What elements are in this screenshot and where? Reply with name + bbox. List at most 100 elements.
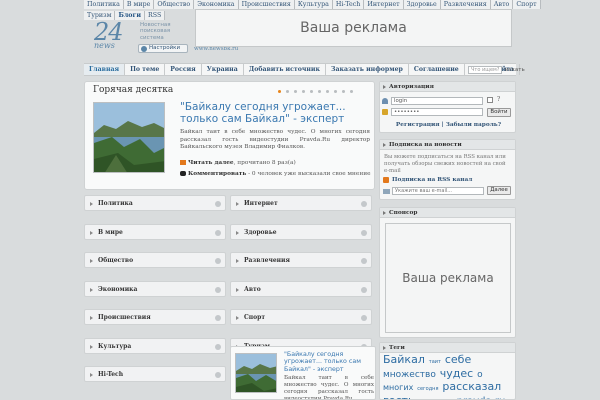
news-photo[interactable]	[93, 102, 165, 173]
tag-link[interactable]: о	[477, 370, 483, 380]
top-nav-item-11[interactable]: Авто	[490, 0, 514, 9]
tag-link[interactable]: Байкал	[383, 353, 425, 366]
top-nav-item-10[interactable]: Развлечения	[440, 0, 491, 9]
top-nav-item-2[interactable]: В мире	[123, 0, 155, 9]
top-nav-item-4[interactable]: Экономика	[194, 0, 239, 9]
category-left-6[interactable]: Культура	[84, 337, 226, 354]
top-nav-item-7[interactable]: Hi-Tech	[332, 0, 365, 9]
category-right-4[interactable]: Авто	[230, 280, 372, 297]
expand-icon[interactable]	[215, 201, 221, 207]
expand-icon[interactable]	[361, 315, 367, 321]
slider-dot-4[interactable]	[302, 90, 305, 93]
password-input[interactable]: ••••••••	[391, 108, 483, 116]
read-count: , прочитано 8 раз(а)	[233, 160, 296, 166]
category-label: Спорт	[244, 314, 266, 321]
main-menu-item-3[interactable]: Россия	[165, 64, 202, 75]
main-menu-item-1[interactable]: Главная	[84, 64, 126, 75]
expand-icon[interactable]	[215, 229, 221, 236]
search-input[interactable]: Что ищем?	[468, 66, 502, 74]
expand-icon[interactable]	[215, 372, 221, 378]
login-button[interactable]: Войти	[487, 108, 511, 117]
sponsor-ad-banner[interactable]: Ваша реклама	[385, 223, 511, 333]
forgot-password-link[interactable]: Забыли пароль?	[446, 122, 501, 128]
expand-icon[interactable]	[215, 286, 221, 293]
category-left-3[interactable]: Общество	[84, 252, 226, 268]
expand-icon[interactable]	[361, 258, 367, 264]
tag-link[interactable]: гость	[383, 394, 414, 399]
slider-dot-3[interactable]	[294, 90, 297, 93]
auth-links: Регистрация | Забыли пароль?	[380, 122, 517, 128]
top-nav-item-5[interactable]: Происшествия	[238, 0, 295, 9]
top-nav-item-12[interactable]: Спорт	[513, 0, 541, 9]
subscribe-button[interactable]: Далее	[487, 186, 511, 195]
main-menu-item-6[interactable]: Заказать информер	[326, 64, 409, 75]
sponsor-panel: Спонсор Ваша реклама	[379, 207, 516, 338]
category-label: Hi-Tech	[98, 371, 124, 378]
gear-icon	[141, 46, 147, 52]
settings-button[interactable]: Настройки	[138, 44, 188, 53]
register-link[interactable]: Регистрация	[396, 122, 440, 128]
tag-link[interactable]: многих	[383, 383, 413, 392]
rss-subscribe-link[interactable]: Подписка на RSS канал	[392, 177, 472, 183]
top-nav-secondary-item-3[interactable]: RSS	[145, 11, 166, 20]
slider-dot-2[interactable]	[286, 90, 289, 93]
main-menu-item-5[interactable]: Добавить источник	[244, 64, 326, 75]
main-menu-item-2[interactable]: По теме	[125, 64, 166, 75]
expand-icon[interactable]	[215, 315, 221, 321]
slider-dot-6[interactable]	[318, 90, 321, 93]
email-input[interactable]: Укажите ваш e-mail...	[392, 187, 484, 195]
tag-link[interactable]: pravda.ru	[457, 396, 506, 399]
top-nav-item-8[interactable]: Интернет	[364, 0, 404, 9]
slider-dot-1[interactable]	[278, 90, 281, 93]
top-nav-item-9[interactable]: Здоровье	[403, 0, 441, 9]
expand-icon[interactable]	[215, 343, 221, 350]
settings-label: Настройки	[149, 45, 181, 51]
top-ad-banner[interactable]: Ваша реклама	[195, 9, 512, 47]
top-nav-item-6[interactable]: Культура	[294, 0, 333, 9]
search-button[interactable]: искать	[505, 66, 525, 74]
slider-dot-7[interactable]	[326, 90, 329, 93]
expand-icon[interactable]	[215, 258, 221, 264]
category-right-1[interactable]: Интернет	[230, 195, 372, 211]
category-right-5[interactable]: Спорт	[230, 309, 372, 325]
slider-dot-5[interactable]	[310, 90, 313, 93]
category-left-7[interactable]: Hi-Tech	[84, 366, 226, 382]
tag-link[interactable]: рассказал	[442, 380, 501, 393]
slider-dot-9[interactable]	[342, 90, 345, 93]
slider-dot-10[interactable]	[350, 90, 353, 93]
category-label: Культура	[98, 342, 132, 350]
bullet-icon	[90, 202, 93, 206]
tag-link[interactable]: сегодня	[417, 386, 438, 392]
remember-checkbox[interactable]	[487, 97, 493, 103]
category-left-2[interactable]: В мире	[84, 223, 226, 240]
tag-link[interactable]: таит	[429, 359, 441, 365]
comment-count: - 0 человек уже высказали свое мнение	[246, 171, 371, 177]
read-more-link[interactable]: Читать далее	[188, 160, 234, 166]
tag-link[interactable]: чудес	[440, 367, 473, 380]
comment-link[interactable]: Комментировать	[188, 171, 246, 177]
expand-icon[interactable]	[361, 229, 367, 236]
hot-headline-link[interactable]: "Байкалу сегодня угрожает... только сам …	[180, 101, 370, 125]
logo[interactable]: 24 news Новостная поисковая система Наст…	[94, 18, 190, 56]
tag-link[interactable]: множество	[383, 370, 436, 380]
main-menu-item-7[interactable]: Соглашение	[409, 64, 465, 75]
top-nav-item-1[interactable]: Политика	[84, 0, 124, 9]
bullet-icon	[236, 287, 239, 292]
bullet-icon	[90, 230, 93, 235]
login-input[interactable]: login	[391, 97, 483, 105]
bullet-icon	[90, 287, 93, 292]
category-left-4[interactable]: Экономика	[84, 280, 226, 297]
category-left-1[interactable]: Политика	[84, 195, 226, 211]
expand-icon[interactable]	[361, 286, 367, 293]
category-left-5[interactable]: Происшествия	[84, 309, 226, 325]
mini-headline-link[interactable]: "Байкалу сегодня угрожает... только сам …	[284, 351, 374, 373]
main-menu-item-4[interactable]: Украина	[202, 64, 244, 75]
tag-link[interactable]: себе	[445, 353, 471, 366]
mini-news-photo[interactable]	[235, 353, 277, 393]
slider-dot-8[interactable]	[334, 90, 337, 93]
remember-help[interactable]: ?	[497, 96, 500, 103]
category-right-3[interactable]: Развлечения	[230, 252, 372, 268]
category-right-2[interactable]: Здоровье	[230, 223, 372, 240]
expand-icon[interactable]	[361, 201, 367, 207]
top-nav-item-3[interactable]: Общество	[154, 0, 195, 9]
